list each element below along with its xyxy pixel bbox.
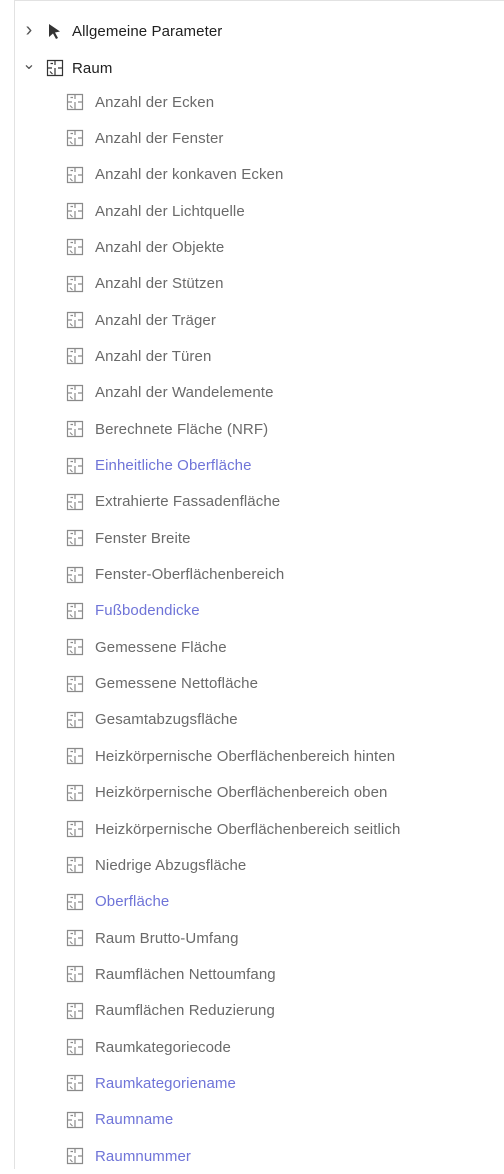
floorplan-icon	[66, 856, 84, 874]
tree-item-label: Oberfläche	[95, 893, 170, 911]
tree-item[interactable]: Anzahl der Träger	[66, 302, 216, 338]
tree-item[interactable]: Fenster Breite	[66, 520, 191, 556]
tree-item[interactable]: Fußbodendicke	[66, 593, 200, 629]
chevron-right-icon[interactable]: ›	[22, 19, 36, 41]
floorplan-icon	[66, 1147, 84, 1165]
tree-item[interactable]: Raumkategoriename	[66, 1065, 236, 1101]
tree-item-label: Anzahl der Lichtquelle	[95, 202, 245, 220]
tree-item-label: Fußbodendicke	[95, 602, 200, 620]
tree-item[interactable]: Extrahierte Fassadenfläche	[66, 484, 280, 520]
floorplan-icon	[46, 59, 64, 77]
tree-item-label: Gesamtabzugsfläche	[95, 711, 238, 729]
floorplan-icon	[66, 820, 84, 838]
tree-item[interactable]: Heizkörpernische Oberflächenbereich oben	[66, 775, 388, 811]
tree-item-label: Anzahl der konkaven Ecken	[95, 166, 284, 184]
floorplan-icon	[66, 238, 84, 256]
tree-item-label: Anzahl der Ecken	[95, 93, 215, 111]
floorplan-icon	[66, 1002, 84, 1020]
tree-item-label: Anzahl der Fenster	[95, 129, 224, 147]
tree-item[interactable]: Anzahl der Stützen	[66, 266, 224, 302]
floorplan-icon	[66, 202, 84, 220]
tree-item[interactable]: Einheitliche Oberfläche	[66, 448, 252, 484]
floorplan-icon	[66, 457, 84, 475]
tree-item[interactable]: Anzahl der Ecken	[66, 84, 214, 120]
tree-item-label: Heizkörpernische Oberflächenbereich hint…	[95, 747, 396, 765]
tree-item-label: Heizkörpernische Oberflächenbereich oben	[95, 784, 388, 802]
chevron-down-icon[interactable]: ⌄	[22, 56, 36, 73]
floorplan-icon	[66, 1038, 84, 1056]
tree-item[interactable]: Gesamtabzugsfläche	[66, 702, 238, 738]
tree-item[interactable]: Heizkörpernische Oberflächenbereich hint…	[66, 738, 395, 774]
tree-item-label: Anzahl der Wandelemente	[95, 384, 274, 402]
tree-item-label: Fenster Breite	[95, 529, 191, 547]
tree-item[interactable]: Oberfläche	[66, 884, 169, 920]
tree-item-label: Gemessene Nettofläche	[95, 675, 259, 693]
tree-item[interactable]: Anzahl der Objekte	[66, 229, 224, 265]
tree-item[interactable]: Niedrige Abzugsfläche	[66, 847, 246, 883]
tree-item-label: Raumkategoriename	[95, 1074, 236, 1092]
tree-item-label: Raum Brutto-Umfang	[95, 929, 239, 947]
floorplan-icon	[66, 711, 84, 729]
floorplan-icon	[66, 784, 84, 802]
tree-item-label: Raumkategoriecode	[95, 1038, 231, 1056]
tree-item[interactable]: Anzahl der Lichtquelle	[66, 193, 245, 229]
tree-item[interactable]: Gemessene Nettofläche	[66, 666, 258, 702]
tree-item[interactable]: Fenster-Oberflächenbereich	[66, 557, 284, 593]
tree-item-label: Raumname	[95, 1111, 174, 1129]
tree-item-label: Heizkörpernische Oberflächenbereich seit…	[95, 820, 401, 838]
tree-item[interactable]: Anzahl der konkaven Ecken	[66, 157, 283, 193]
tree-item[interactable]: Raumname	[66, 1102, 173, 1138]
floorplan-icon	[66, 965, 84, 983]
floorplan-icon	[66, 275, 84, 293]
floorplan-icon	[66, 493, 84, 511]
tree-root-allgemeine-parameter[interactable]: › Allgemeine Parameter	[22, 13, 223, 49]
tree-item[interactable]: Berechnete Fläche (NRF)	[66, 411, 268, 447]
tree-item-label: Gemessene Fläche	[95, 638, 227, 656]
tree-root-label: Allgemeine Parameter	[72, 22, 223, 40]
floorplan-icon	[66, 566, 84, 584]
tree-item[interactable]: Raumkategoriecode	[66, 1029, 231, 1065]
tree-root-raum[interactable]: ⌄ Raum	[22, 50, 112, 86]
floorplan-icon	[66, 166, 84, 184]
floorplan-icon	[66, 1074, 84, 1092]
floorplan-icon	[66, 747, 84, 765]
tree-item-label: Raumflächen Nettoumfang	[95, 965, 276, 983]
tree-item-label: Extrahierte Fassadenfläche	[95, 493, 281, 511]
tree-item-label: Anzahl der Objekte	[95, 238, 225, 256]
tree-item-label: Anzahl der Träger	[95, 311, 216, 329]
tree-item-label: Anzahl der Türen	[95, 347, 212, 365]
floorplan-icon	[66, 129, 84, 147]
tree-item[interactable]: Raumflächen Nettoumfang	[66, 956, 276, 992]
floorplan-icon	[66, 529, 84, 547]
tree-item-label: Einheitliche Oberfläche	[95, 457, 252, 474]
floorplan-icon	[66, 893, 84, 911]
floorplan-icon	[66, 1111, 84, 1129]
tree-item[interactable]: Anzahl der Wandelemente	[66, 375, 274, 411]
floorplan-icon	[66, 311, 84, 329]
cursor-arrow-icon	[46, 22, 64, 40]
floorplan-icon	[66, 602, 84, 620]
tree-item[interactable]: Raum Brutto-Umfang	[66, 920, 239, 956]
tree-item-label: Anzahl der Stützen	[95, 275, 224, 293]
tree-item[interactable]: Raumflächen Reduzierung	[66, 993, 275, 1029]
floorplan-icon	[66, 929, 84, 947]
tree-item-label: Niedrige Abzugsfläche	[95, 856, 247, 874]
tree-item[interactable]: Anzahl der Fenster	[66, 120, 224, 156]
tree-root-label: Raum	[72, 59, 113, 77]
floorplan-icon	[66, 675, 84, 693]
tree-item[interactable]: Gemessene Fläche	[66, 629, 227, 665]
floorplan-icon	[66, 347, 84, 365]
tree-item-label: Berechnete Fläche (NRF)	[95, 420, 269, 438]
tree-item-label: Raumflächen Reduzierung	[95, 1002, 275, 1020]
tree-item-label: Raumnummer	[95, 1147, 192, 1165]
floorplan-icon	[66, 384, 84, 402]
floorplan-icon	[66, 93, 84, 111]
tree-item[interactable]: Heizkörpernische Oberflächenbereich seit…	[66, 811, 400, 847]
floorplan-icon	[66, 638, 84, 656]
floorplan-icon	[66, 420, 84, 438]
tree-item[interactable]: Anzahl der Türen	[66, 338, 211, 374]
tree-item-label: Fenster-Oberflächenbereich	[95, 566, 285, 584]
